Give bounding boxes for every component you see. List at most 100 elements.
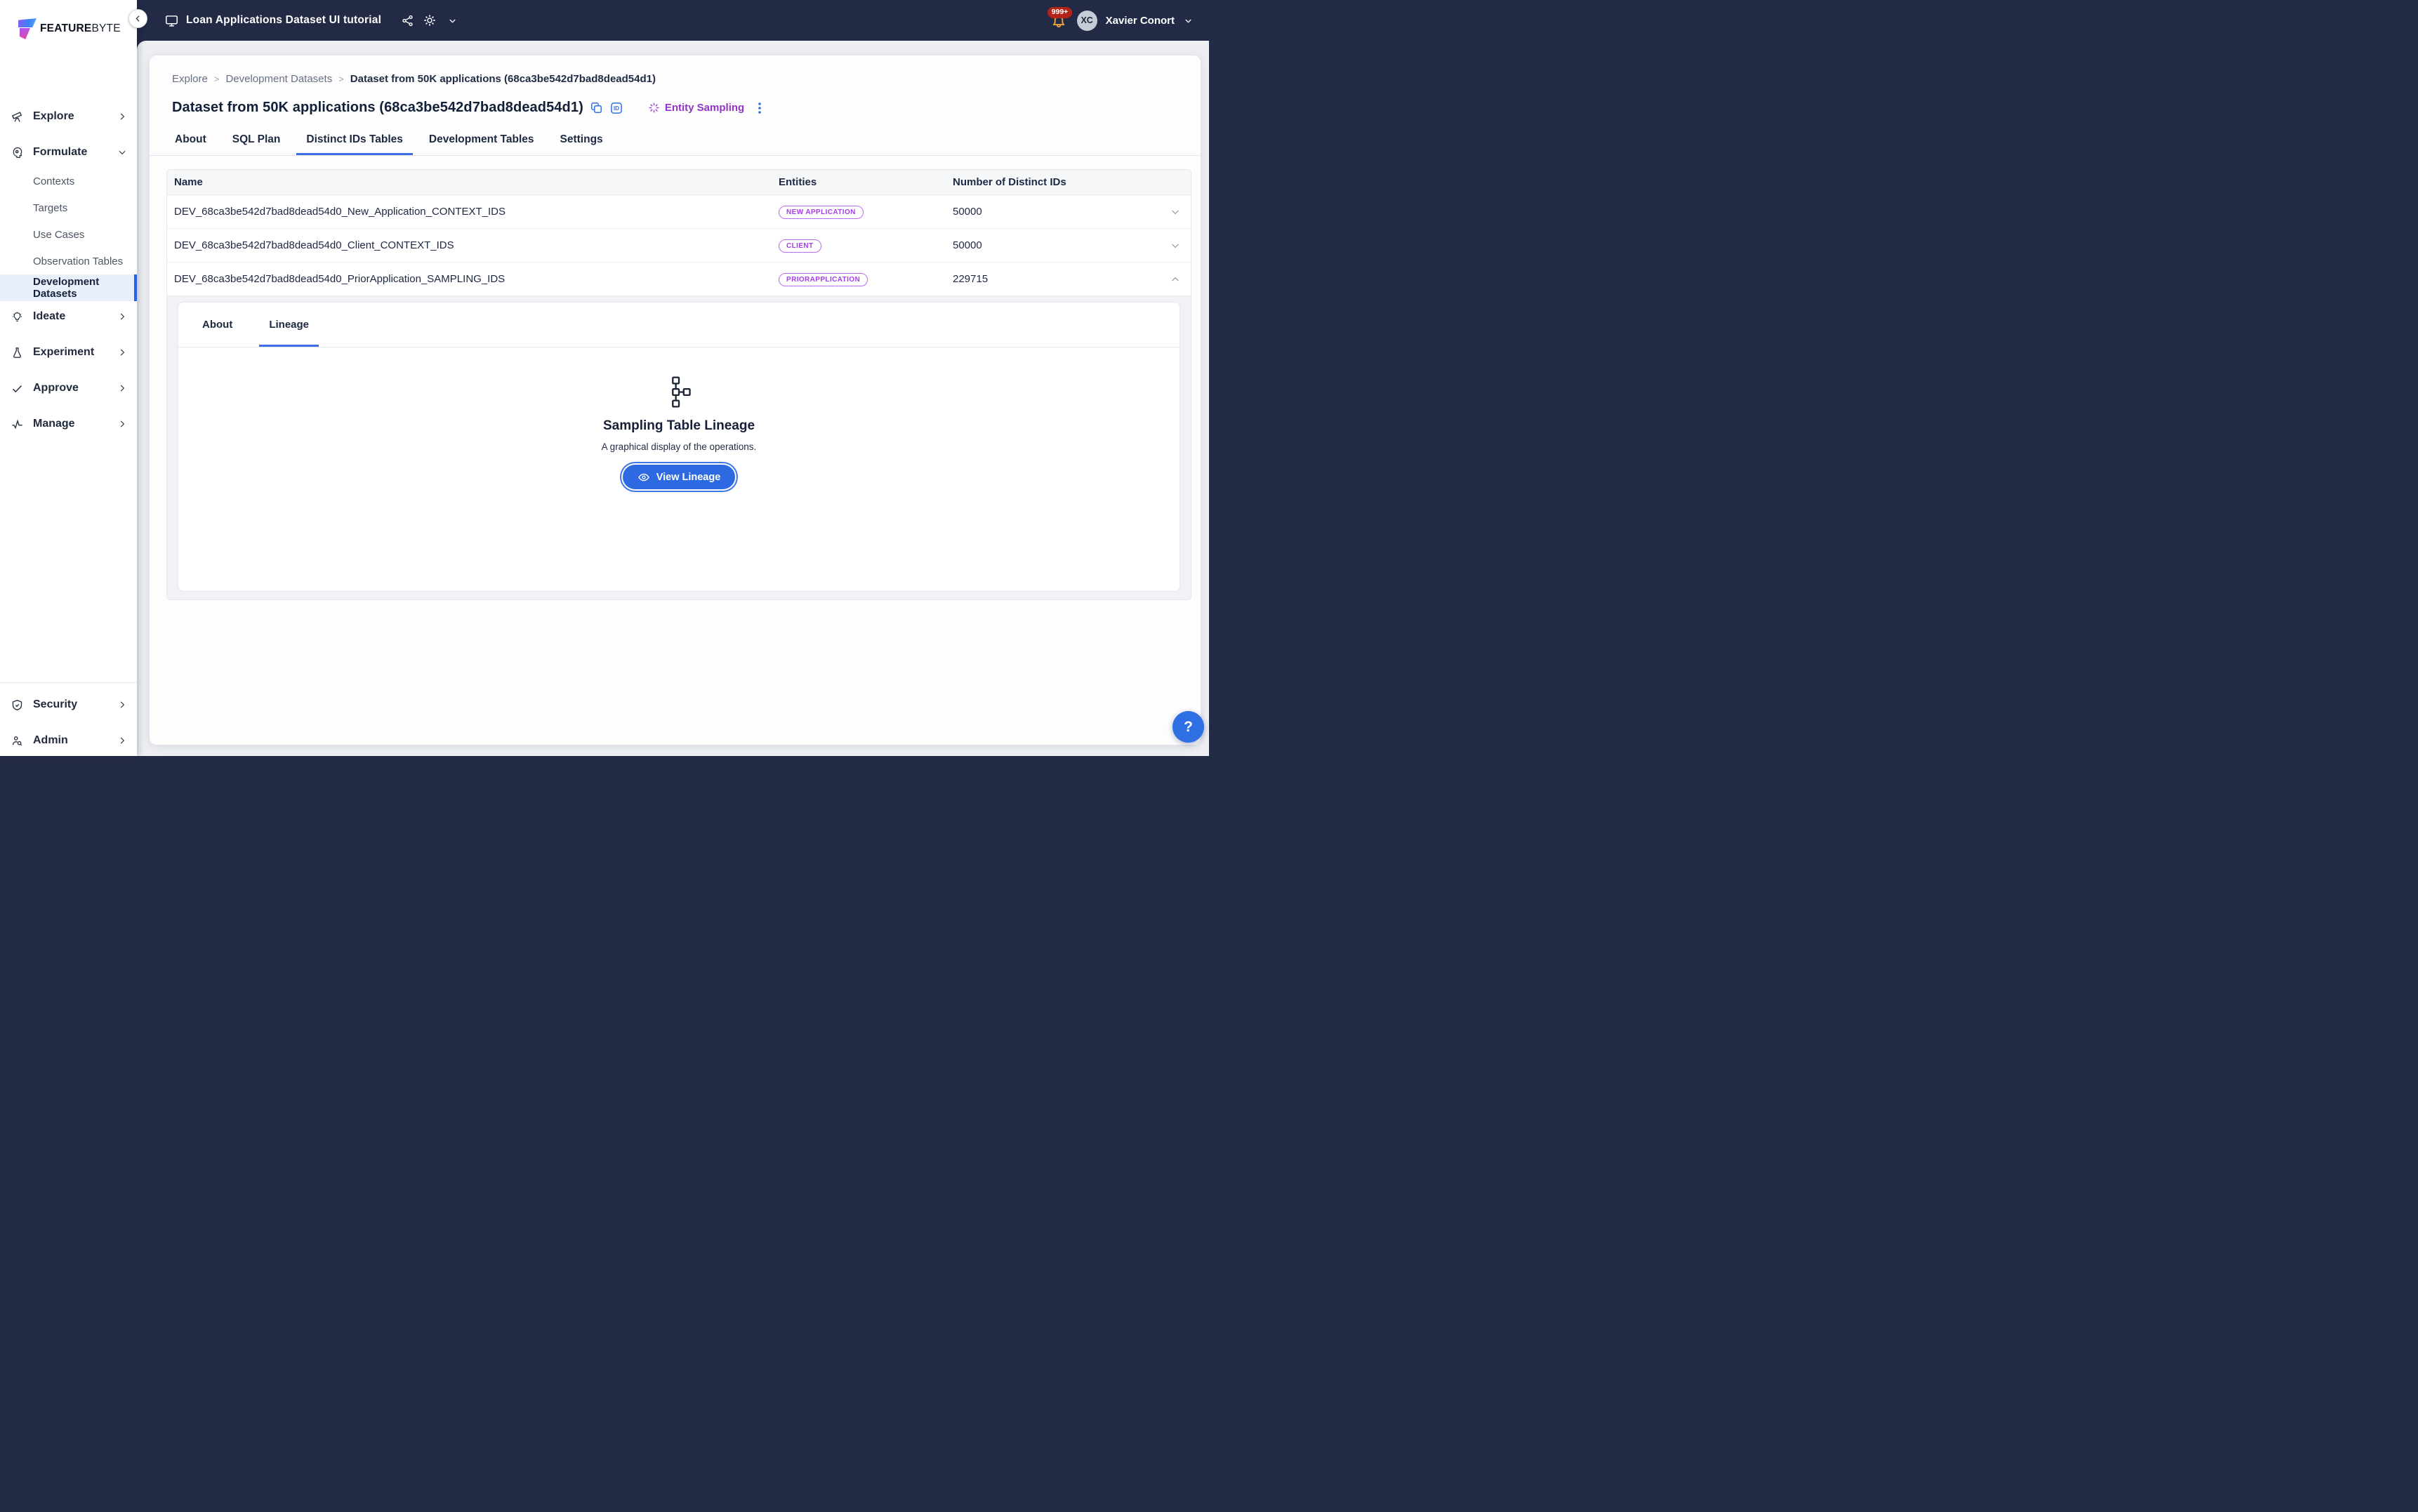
workspace-chevron-down-icon[interactable] — [444, 13, 460, 28]
workspace-header: Loan Applications Dataset UI tutorial — [137, 13, 460, 28]
lineage-empty-state: Sampling Table Lineage A graphical displ… — [178, 347, 1180, 489]
table-header-row: Name Entities Number of Distinct IDs — [167, 170, 1191, 195]
row-collapse-chevron-up-icon[interactable] — [1160, 274, 1191, 285]
notification-count-badge: 999+ — [1048, 7, 1073, 18]
tab-about[interactable]: About — [171, 128, 210, 155]
user-menu-chevron-down-icon[interactable] — [1183, 15, 1194, 26]
sidebar-item-development-datasets[interactable]: Development Datasets — [0, 274, 137, 301]
breadcrumb-explore[interactable]: Explore — [172, 73, 208, 85]
sidebar-item-label: Experiment — [33, 346, 94, 359]
entity-badge: PRIORAPPLICATION — [779, 273, 868, 286]
sidebar-item-label: Explore — [33, 110, 74, 123]
chevron-right-icon — [117, 347, 127, 357]
table-row[interactable]: DEV_68ca3be542d7bad8dead54d0_Client_CONT… — [167, 229, 1191, 263]
user-search-icon — [11, 734, 24, 748]
workspace-title: Loan Applications Dataset UI tutorial — [186, 14, 381, 27]
entity-badge: CLIENT — [779, 239, 821, 253]
breadcrumb-development-datasets[interactable]: Development Datasets — [225, 73, 332, 85]
sidebar-item-approve[interactable]: Approve — [0, 373, 137, 404]
detail-tab-about[interactable]: About — [192, 303, 242, 347]
sidebar-item-label: Ideate — [33, 310, 65, 323]
sidebar-item-label: Approve — [33, 382, 79, 394]
sidebar-item-label: Security — [33, 698, 77, 711]
sidebar-item-label: Manage — [33, 418, 75, 430]
sidebar-item-targets[interactable]: Targets — [0, 194, 137, 221]
tab-distinct-ids-tables[interactable]: Distinct IDs Tables — [303, 128, 407, 155]
sidebar-item-ideate[interactable]: Ideate — [0, 301, 137, 332]
sidebar-item-experiment[interactable]: Experiment — [0, 337, 137, 368]
svg-text:ID: ID — [614, 105, 619, 112]
table-cell-count: 50000 — [946, 206, 1160, 218]
sidebar-item-use-cases[interactable]: Use Cases — [0, 221, 137, 248]
lineage-graph-icon — [668, 376, 691, 408]
tab-settings[interactable]: Settings — [557, 128, 607, 155]
row-expand-chevron-down-icon[interactable] — [1160, 240, 1191, 251]
head-gear-icon — [11, 146, 24, 159]
id-icon[interactable]: ID — [609, 101, 623, 115]
expanded-row-detail: About Lineage — [167, 296, 1191, 599]
breadcrumb-separator: > — [338, 74, 344, 84]
sparkle-spinner-icon — [648, 102, 660, 114]
detail-tab-lineage[interactable]: Lineage — [259, 303, 319, 347]
notifications-bell-icon[interactable]: 999+ — [1050, 10, 1069, 31]
copy-icon[interactable] — [590, 101, 603, 114]
chevron-right-icon — [117, 419, 127, 429]
sidebar-item-contexts[interactable]: Contexts — [0, 168, 137, 194]
sidebar-divider — [0, 682, 137, 683]
page-title: Dataset from 50K applications (68ca3be54… — [172, 100, 583, 116]
entity-sampling-action[interactable]: Entity Sampling — [648, 102, 744, 114]
sampling-detail-panel: About Lineage — [178, 302, 1180, 592]
sidebar-item-admin[interactable]: Admin — [0, 725, 137, 756]
topbar: Loan Applications Dataset UI tutorial 99… — [137, 0, 1209, 41]
share-icon[interactable] — [399, 13, 415, 28]
dataset-page-card: Explore > Development Datasets > Dataset… — [150, 55, 1201, 745]
tab-sql-plan[interactable]: SQL Plan — [229, 128, 284, 155]
row-expand-chevron-down-icon[interactable] — [1160, 206, 1191, 218]
help-button[interactable]: ? — [1172, 711, 1204, 743]
main-content: Explore > Development Datasets > Dataset… — [137, 41, 1209, 756]
chevron-right-icon — [117, 736, 127, 745]
eye-icon — [637, 471, 650, 484]
column-header-count: Number of Distinct IDs — [946, 176, 1160, 188]
tab-development-tables[interactable]: Development Tables — [425, 128, 538, 155]
table-cell-name: DEV_68ca3be542d7bad8dead54d0_Client_CONT… — [167, 239, 772, 251]
table-cell-name: DEV_68ca3be542d7bad8dead54d0_PriorApplic… — [167, 273, 772, 285]
breadcrumb-separator: > — [214, 74, 220, 84]
avatar[interactable]: XC — [1077, 11, 1097, 31]
chevron-right-icon — [117, 112, 127, 121]
sidebar-collapse-button[interactable] — [128, 9, 147, 28]
shield-check-icon — [11, 698, 24, 712]
sidebar-item-label: Formulate — [33, 146, 87, 159]
column-header-name: Name — [167, 176, 772, 188]
table-cell-count: 50000 — [946, 239, 1160, 251]
detail-tabs: About Lineage — [178, 303, 1180, 347]
user-name[interactable]: Xavier Conort — [1106, 15, 1175, 27]
sidebar-nav: Explore Formulate Contexts Targets Use C… — [0, 101, 137, 756]
settings-gear-icon[interactable] — [422, 13, 437, 28]
featurebyte-logo: FEATUREBYTE — [18, 18, 121, 39]
topbar-user-area: 999+ XC Xavier Conort — [1050, 10, 1209, 31]
table-cell-count: 229715 — [946, 273, 1160, 285]
entity-sampling-label: Entity Sampling — [665, 102, 744, 114]
table-row[interactable]: DEV_68ca3be542d7bad8dead54d0_PriorApplic… — [167, 263, 1191, 296]
sidebar-item-formulate[interactable]: Formulate — [0, 137, 137, 168]
sidebar: FEATUREBYTE Explore Formulate Contexts T… — [0, 0, 137, 756]
monitor-icon — [164, 13, 179, 28]
lineage-empty-title: Sampling Table Lineage — [603, 418, 755, 434]
breadcrumb: Explore > Development Datasets > Dataset… — [150, 55, 1201, 85]
telescope-icon — [11, 110, 24, 124]
chevron-down-icon — [117, 147, 127, 157]
view-lineage-button[interactable]: View Lineage — [623, 465, 736, 489]
chevron-right-icon — [117, 700, 127, 710]
table-row[interactable]: DEV_68ca3be542d7bad8dead54d0_New_Applica… — [167, 195, 1191, 229]
dataset-tabs: About SQL Plan Distinct IDs Tables Devel… — [150, 128, 1201, 156]
breadcrumb-current: Dataset from 50K applications (68ca3be54… — [350, 73, 656, 85]
sidebar-item-manage[interactable]: Manage — [0, 409, 137, 439]
chevron-right-icon — [117, 312, 127, 321]
sidebar-item-security[interactable]: Security — [0, 689, 137, 720]
kebab-menu-icon[interactable] — [755, 102, 765, 114]
sidebar-item-observation-tables[interactable]: Observation Tables — [0, 248, 137, 274]
sidebar-item-explore[interactable]: Explore — [0, 101, 137, 132]
featurebyte-logo-mark-icon — [18, 18, 37, 39]
checkmark-icon — [11, 382, 24, 395]
